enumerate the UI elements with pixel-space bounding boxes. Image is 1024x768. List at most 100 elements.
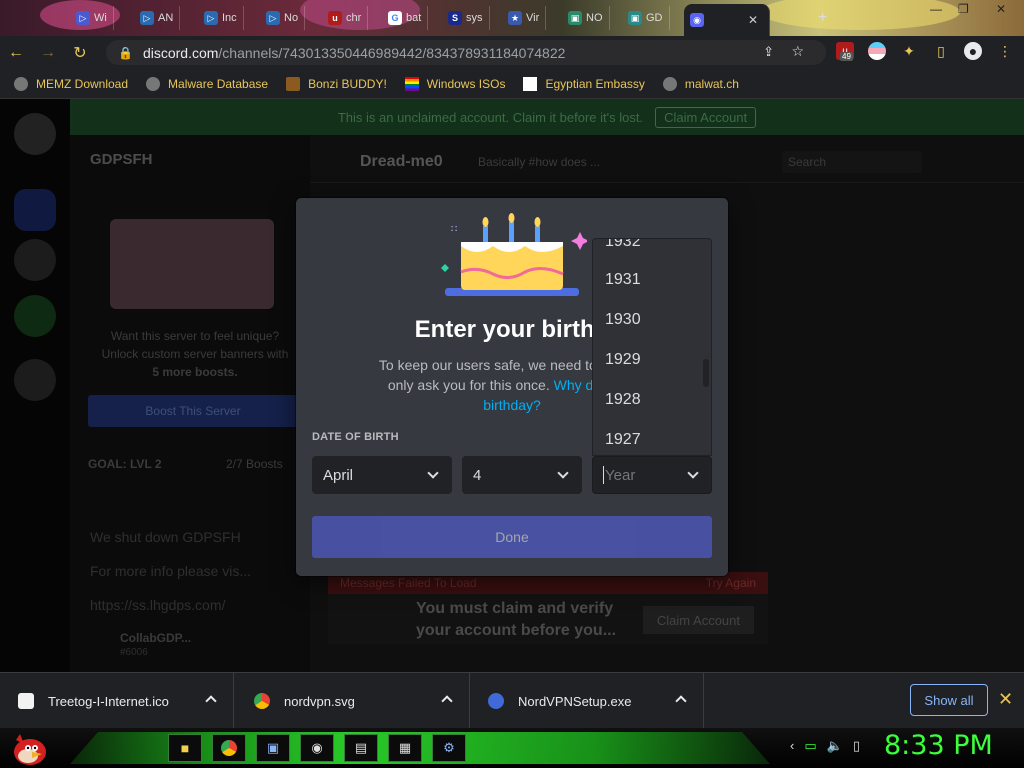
browser-tab[interactable]: u chr <box>322 6 369 30</box>
server-icon[interactable] <box>14 189 56 231</box>
bookmark-item[interactable]: Malware Database <box>146 76 268 91</box>
channel-item[interactable]: For more info please vis... <box>90 563 251 579</box>
try-again-link[interactable]: Try Again <box>706 576 756 590</box>
maximize-icon[interactable]: ❐ <box>958 2 969 16</box>
channel-sidebar: GDPSFH Want this server to feel unique? … <box>70 135 310 672</box>
new-tab-button[interactable]: + <box>812 6 833 30</box>
chrome-taskbar-icon[interactable] <box>212 734 246 762</box>
bookmark-item[interactable]: Egyptian Embassy <box>523 76 645 91</box>
channel-item[interactable]: https://ss.lhgdps.com/ <box>90 597 225 613</box>
paint-icon[interactable]: ▣ <box>256 734 290 762</box>
download-apps-icon[interactable] <box>14 359 56 401</box>
browser-tab-active[interactable]: ◉ ✕ <box>684 4 770 36</box>
year-option[interactable]: 1929 <box>605 351 641 369</box>
forward-icon[interactable]: → <box>32 44 64 62</box>
server-name[interactable]: GDPSFH <box>90 151 153 168</box>
profile-avatar-icon[interactable]: ● <box>964 42 982 60</box>
svg-text:∷: ∷ <box>451 224 457 235</box>
year-list-scrollbar[interactable] <box>703 359 709 387</box>
volume-icon[interactable]: 🔈 <box>827 738 843 754</box>
claim-account-notice: You must claim and verify your account b… <box>328 594 768 644</box>
channel-item[interactable]: We shut down GDPSFH <box>90 529 241 545</box>
boost-server-button[interactable]: Boost This Server <box>88 395 298 427</box>
app-icon[interactable]: ▦ <box>388 734 422 762</box>
claim-notice-line: your account before you... <box>416 622 617 639</box>
year-option[interactable]: 1930 <box>605 311 641 329</box>
chevron-up-icon[interactable] <box>441 695 453 707</box>
start-button-angry-bird-icon[interactable] <box>8 730 48 766</box>
year-option[interactable]: 1927 <box>605 431 641 449</box>
discord-home-icon[interactable] <box>14 113 56 155</box>
bookmark-item[interactable]: malwat.ch <box>662 76 739 91</box>
year-placeholder: Year <box>605 466 636 484</box>
year-option[interactable]: 1931 <box>605 271 641 289</box>
reload-icon[interactable]: ↻ <box>64 43 96 63</box>
ublock-icon: u <box>328 11 342 25</box>
tray-chevron-icon[interactable]: ‹ <box>790 738 794 754</box>
chevron-up-icon[interactable] <box>205 695 217 707</box>
add-server-icon[interactable] <box>14 295 56 337</box>
browser-tab[interactable]: ▷ Inc <box>198 6 244 30</box>
show-all-downloads-button[interactable]: Show all <box>910 684 988 716</box>
claim-notice-line: You must claim and verify <box>416 600 614 617</box>
download-item[interactable]: nordvpn.svg <box>236 673 470 729</box>
share-icon[interactable]: ⇪ <box>763 44 774 60</box>
search-input[interactable]: Search <box>782 151 922 173</box>
browser-tab[interactable]: ▷ Wi <box>70 6 114 30</box>
year-dropdown-list[interactable]: 1932 1931 1930 1929 1928 1927 <box>592 238 712 456</box>
extensions-puzzle-icon[interactable]: ✦ <box>900 42 918 60</box>
discord-icon: ◉ <box>690 13 704 27</box>
app-icon[interactable]: ▤ <box>344 734 378 762</box>
done-button[interactable]: Done <box>312 516 712 558</box>
browser-tab[interactable]: S sys <box>442 6 490 30</box>
tab-close-icon[interactable]: ✕ <box>748 13 758 27</box>
error-text: Messages Failed To Load <box>340 576 477 590</box>
bookmark-item[interactable]: Windows ISOs <box>404 76 505 91</box>
why-birthday-link[interactable]: birthday? <box>483 397 541 413</box>
tab-label: AN <box>158 12 174 24</box>
browser-tab[interactable]: ★ Vir <box>502 6 547 30</box>
year-option[interactable]: 1928 <box>605 391 641 409</box>
close-window-icon[interactable]: ✕ <box>996 2 1006 16</box>
boost-goal-count: 2/7 Boosts <box>226 457 283 471</box>
browser-tab[interactable]: ▣ NO <box>562 6 610 30</box>
browser-tab[interactable]: ▷ AN <box>134 6 181 30</box>
taskbar-clock[interactable]: 8:33 PM <box>884 730 993 761</box>
app-icon[interactable]: ⚙ <box>432 734 466 762</box>
download-item[interactable]: NordVPNSetup.exe <box>470 673 704 729</box>
claim-account-button[interactable]: Claim Account <box>642 606 754 634</box>
globe-icon <box>146 76 161 91</box>
month-select[interactable]: April <box>312 456 452 494</box>
bookmark-star-icon[interactable]: ☆ <box>791 43 804 60</box>
file-explorer-icon[interactable]: ■ <box>168 734 202 762</box>
bookmark-label: Egyptian Embassy <box>545 76 645 91</box>
bookmark-item[interactable]: Bonzi BUDDY! <box>286 76 387 91</box>
tray-app-icon[interactable]: ▯ <box>853 738 860 754</box>
bookmark-item[interactable]: MEMZ Download <box>14 76 128 91</box>
birthday-modal: ∷ Enter your birthd To keep our users sa… <box>296 198 728 576</box>
pride-extension-icon[interactable] <box>868 42 886 60</box>
birthday-cake-icon: ∷ <box>441 213 587 296</box>
close-downloads-icon[interactable]: ✕ <box>998 689 1013 710</box>
downloads-bar: Treetog-I-Internet.ico nordvpn.svg NordV… <box>0 672 1024 729</box>
year-option[interactable]: 1932 <box>605 239 641 251</box>
tab-label: Inc <box>222 12 237 24</box>
menu-kebab-icon[interactable]: ⋮ <box>996 42 1014 60</box>
minimize-icon[interactable]: — <box>930 2 942 16</box>
app-icon[interactable]: ◉ <box>300 734 334 762</box>
download-item[interactable]: Treetog-I-Internet.ico <box>0 673 234 729</box>
chevron-up-icon[interactable] <box>675 695 687 707</box>
year-select[interactable]: Year <box>592 456 712 494</box>
address-bar[interactable]: 🔒 discord.com/channels/74301335044698944… <box>106 40 826 65</box>
banner-claim-button[interactable]: Claim Account <box>655 106 757 128</box>
network-icon[interactable]: ▭ <box>804 738 816 754</box>
browser-tab[interactable]: ▷ No <box>260 6 306 30</box>
server-icon[interactable] <box>14 239 56 281</box>
back-icon[interactable]: ← <box>0 44 32 62</box>
day-select[interactable]: 4 <box>462 456 582 494</box>
browser-toolbar: ← → ↻ 🔒 discord.com/channels/74301335044… <box>0 36 1024 69</box>
browser-tab[interactable]: ▣ GD <box>622 6 670 30</box>
side-panel-icon[interactable]: ▯ <box>932 42 950 60</box>
ublock-icon[interactable]: u 49 <box>836 42 854 61</box>
browser-tab[interactable]: G bat <box>382 6 429 30</box>
